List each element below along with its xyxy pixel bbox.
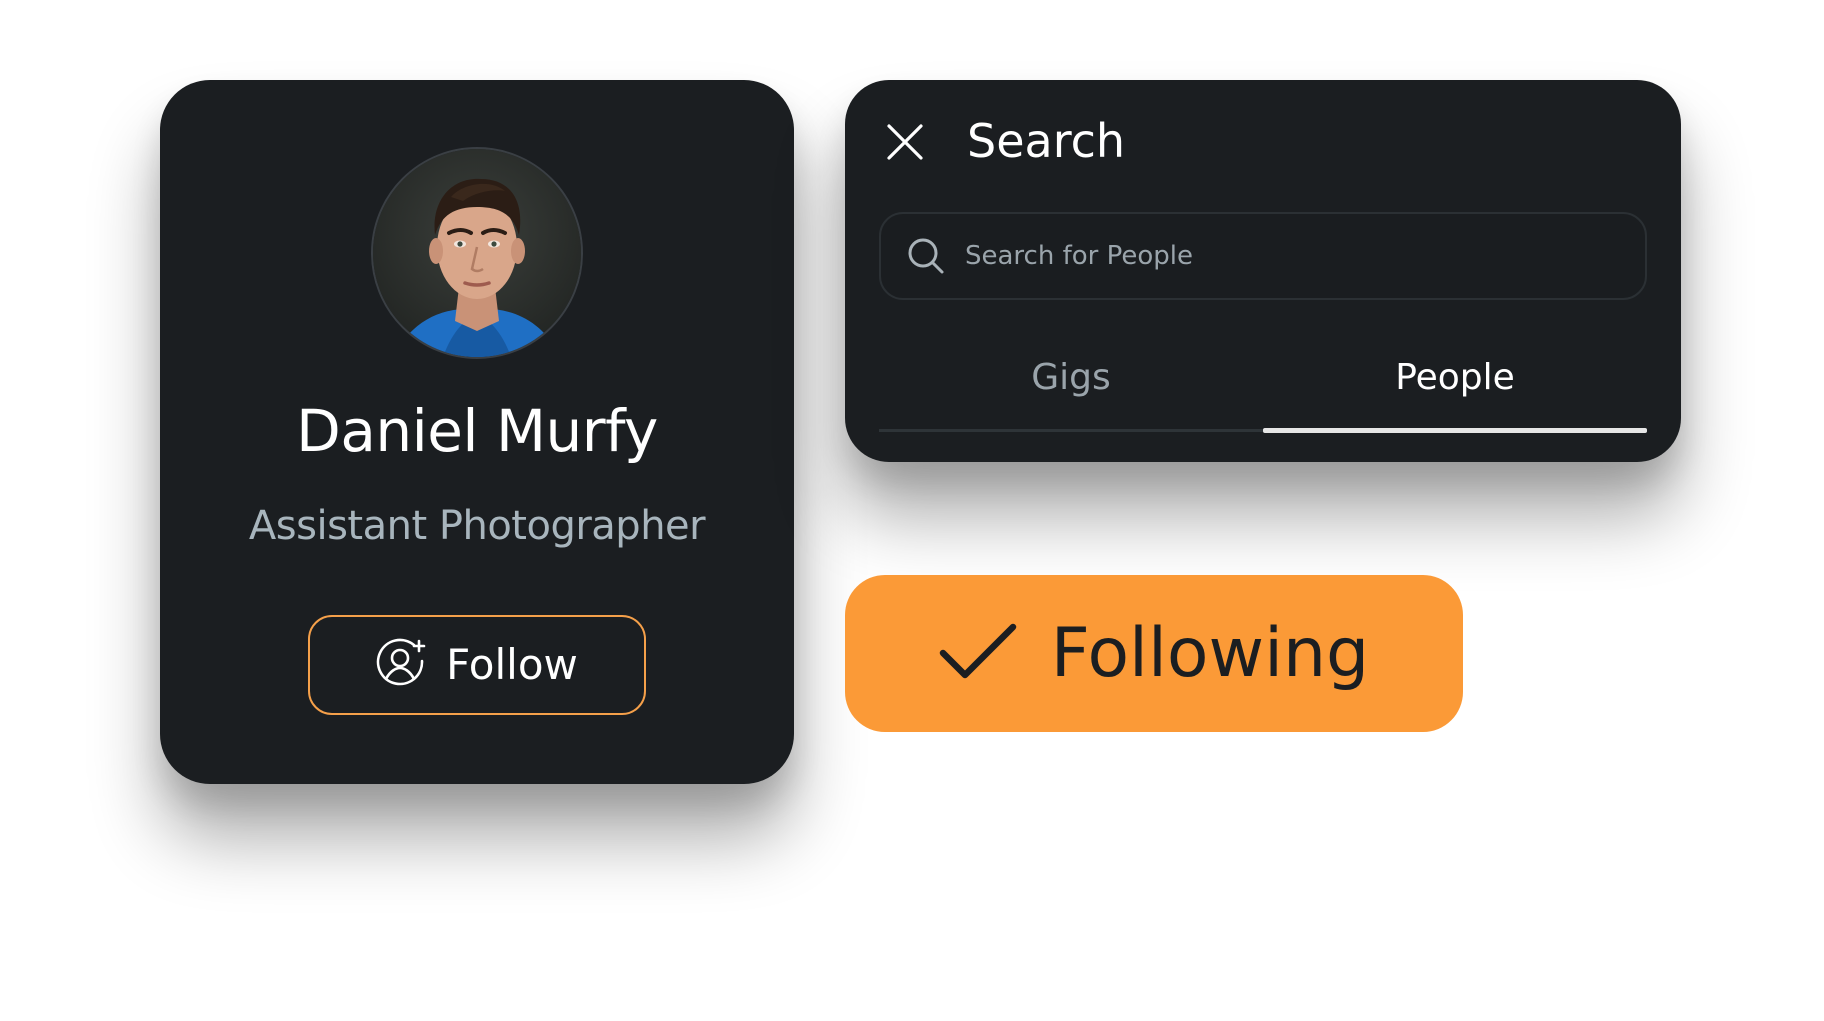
avatar-portrait-image: [373, 149, 581, 357]
check-icon: [939, 621, 1017, 687]
search-icon: [907, 237, 945, 275]
close-button[interactable]: [885, 122, 925, 162]
search-input-placeholder: Search for People: [965, 241, 1193, 271]
following-button[interactable]: Following: [845, 575, 1463, 732]
follow-button[interactable]: Follow: [308, 615, 646, 715]
search-title: Search: [967, 114, 1126, 168]
profile-role: Assistant Photographer: [248, 503, 706, 549]
tab-gigs[interactable]: Gigs: [879, 360, 1263, 396]
add-user-icon: [376, 637, 428, 693]
avatar[interactable]: [371, 147, 583, 359]
active-tab-indicator: [1263, 428, 1647, 433]
search-panel: Search Search for People Gigs People: [845, 80, 1681, 462]
close-icon: [885, 124, 925, 166]
tab-people[interactable]: People: [1263, 360, 1647, 396]
profile-name: Daniel Murfy: [296, 397, 658, 465]
profile-card: Daniel Murfy Assistant Photographer Foll…: [160, 80, 794, 784]
search-input[interactable]: Search for People: [879, 212, 1647, 300]
follow-button-label: Follow: [446, 640, 578, 689]
following-button-label: Following: [1050, 613, 1370, 693]
